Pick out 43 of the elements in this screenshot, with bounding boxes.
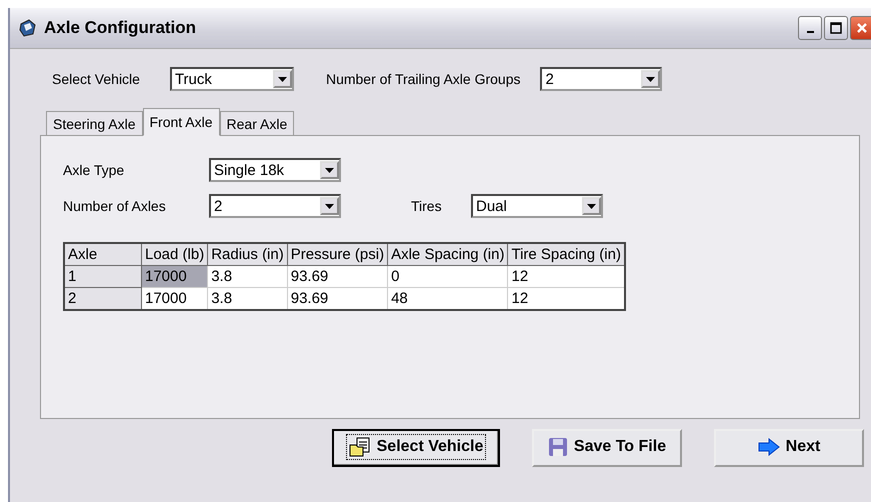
window-title: Axle Configuration — [44, 18, 196, 38]
column-header: Axle — [64, 243, 142, 266]
field-label: Number of Trailing Axle Groups — [326, 71, 520, 87]
minimize-icon — [806, 31, 814, 33]
field-label: Number of Axles — [63, 198, 167, 214]
close-icon — [856, 22, 868, 34]
row-header[interactable]: 1 — [64, 266, 142, 288]
save-button[interactable]: Save To File — [532, 429, 682, 467]
minimize-button[interactable] — [798, 16, 822, 40]
right-arrow-icon — [758, 438, 780, 456]
column-header: Axle Spacing (in) — [388, 243, 508, 266]
caret-icon — [325, 168, 334, 172]
axle-count-dropdown[interactable]: 2 — [209, 194, 341, 218]
table-cell[interactable]: 3.8 — [208, 266, 288, 288]
column-header: Tire Spacing (in) — [508, 243, 625, 266]
field-label: Axle Type — [63, 162, 126, 178]
select-vehicle-button[interactable]: Select Vehicle — [332, 429, 500, 467]
vehicle-dropdown[interactable]: Truck — [170, 67, 294, 91]
column-header: Load (lb) — [142, 243, 208, 266]
close-button[interactable] — [850, 16, 871, 40]
caret-icon — [325, 204, 334, 208]
field-label: Select Vehicle — [52, 71, 140, 87]
tires-dropdown[interactable]: Dual — [471, 194, 603, 218]
caret-icon — [587, 204, 596, 208]
axle-type-dropdown[interactable]: Single 18k — [209, 158, 341, 182]
caret-icon — [646, 76, 656, 82]
table-cell[interactable]: 0 — [388, 266, 508, 288]
row-header[interactable]: 2 — [64, 288, 142, 310]
field-label: Tires — [411, 198, 443, 214]
table-cell[interactable]: 17000 — [142, 266, 208, 288]
maximize-button[interactable] — [824, 16, 848, 40]
tab[interactable]: Front Axle — [142, 108, 220, 136]
tab[interactable]: Steering Axle — [46, 111, 142, 135]
app-icon — [18, 18, 38, 38]
column-header: Radius (in) — [208, 243, 288, 266]
table-cell[interactable]: 93.69 — [287, 266, 388, 288]
next-button[interactable]: Next — [714, 429, 864, 467]
axle-groups-dropdown[interactable]: 2 — [540, 67, 662, 91]
column-header: Pressure (psi) — [287, 243, 388, 266]
tab[interactable]: Rear Axle — [220, 111, 294, 135]
caret-icon — [278, 76, 287, 82]
maximize-icon — [830, 22, 842, 34]
folder-document-icon — [348, 436, 371, 456]
